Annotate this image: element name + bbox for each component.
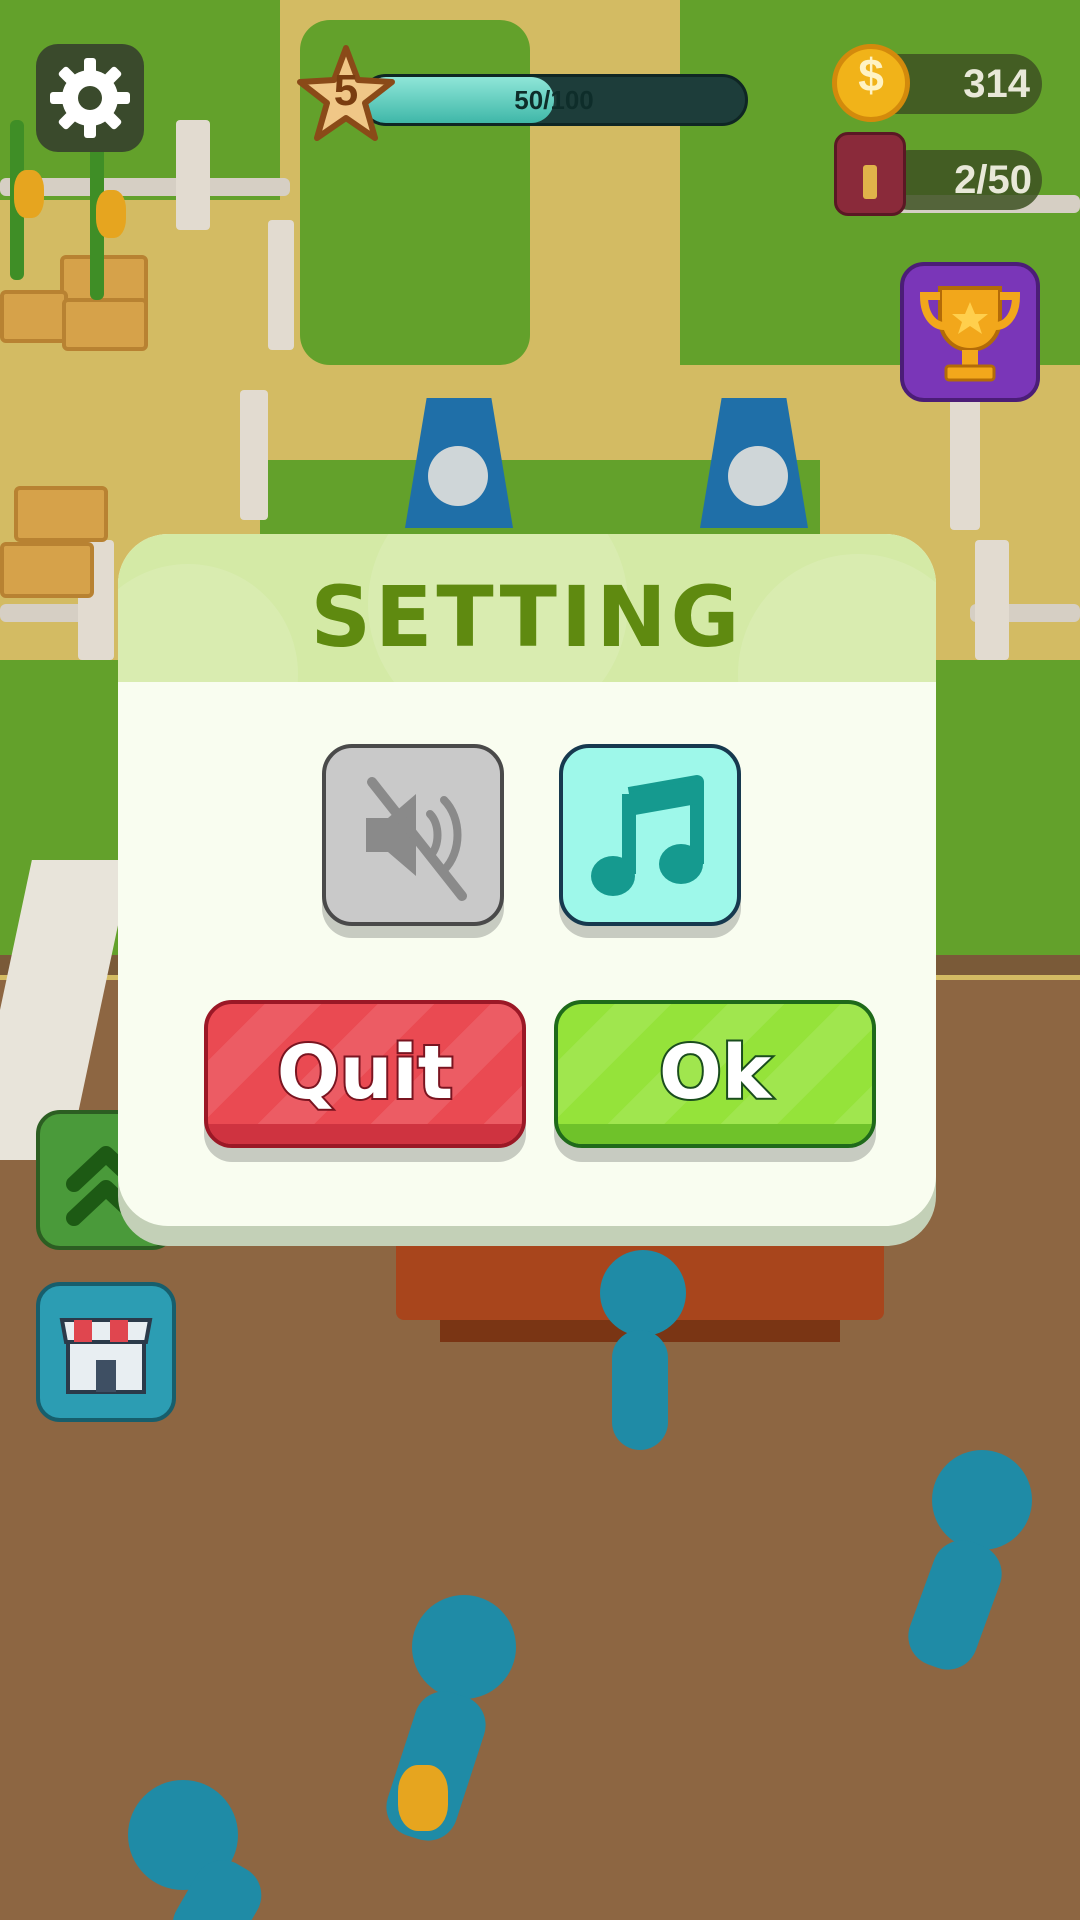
ok-button[interactable]: Ok xyxy=(554,1000,876,1148)
quit-button-label: Quit xyxy=(275,1028,455,1118)
quit-button[interactable]: Quit xyxy=(204,1000,526,1148)
music-toggle[interactable] xyxy=(559,744,741,926)
sound-toggle[interactable] xyxy=(322,744,504,926)
speaker-muted-icon xyxy=(366,777,467,901)
music-note-icon xyxy=(591,775,704,896)
ok-button-label: Ok xyxy=(657,1028,773,1118)
dialog-title: SETTING xyxy=(310,568,744,666)
dialog-header: SETTING xyxy=(118,534,936,682)
